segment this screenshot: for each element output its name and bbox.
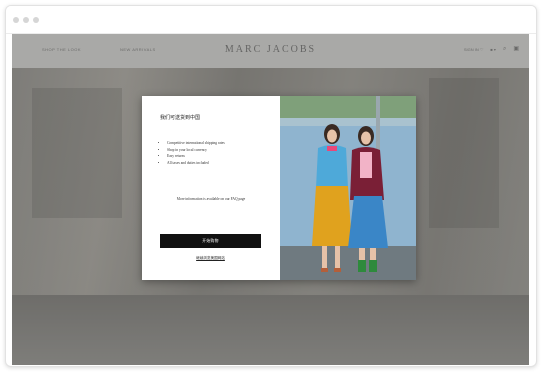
benefit-item: Competitive international shipping rates [167, 140, 225, 147]
benefits-list: Competitive international shipping rates… [160, 140, 225, 166]
modal-content: 我们可送货到中国 Competitive international shipp… [142, 96, 280, 280]
models-photo [280, 96, 416, 280]
faq-info-text: More information is available on our FAQ… [176, 197, 246, 201]
start-shopping-button[interactable]: 开始购物 [160, 234, 261, 248]
continue-us-site-link[interactable]: 继续浏览美国网站 [160, 256, 261, 261]
window-zoom-dot[interactable] [33, 17, 39, 23]
shipping-modal: 我们可送货到中国 Competitive international shipp… [142, 96, 416, 280]
modal-photo [280, 96, 416, 280]
window-minimize-dot[interactable] [23, 17, 29, 23]
browser-titlebar [6, 6, 536, 34]
benefit-item: All taxes and duties included [167, 160, 225, 167]
window-close-dot[interactable] [13, 17, 19, 23]
modal-title: 我们可送货到中国 [160, 116, 201, 121]
